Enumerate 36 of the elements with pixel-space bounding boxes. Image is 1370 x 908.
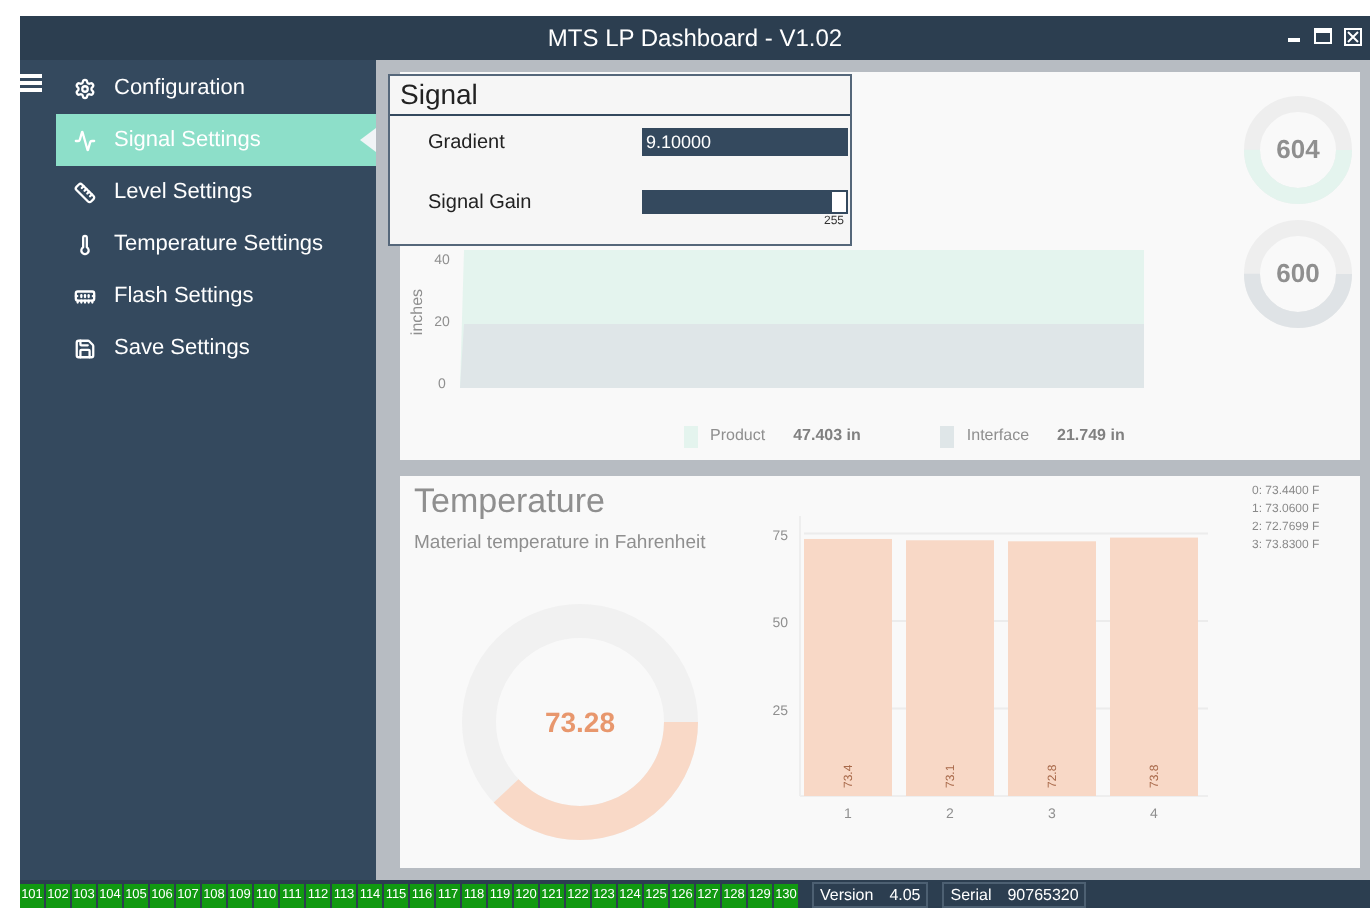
pointer-icon [360, 128, 376, 152]
dialog-title: Signal [390, 76, 850, 116]
info-value: 90765320 [1007, 883, 1079, 907]
sidebar-item[interactable]: Level Settings [56, 166, 376, 218]
sidebar-item[interactable]: Save Settings [56, 322, 376, 374]
gauge-value: 604 [1276, 132, 1320, 169]
legend-value: 21.749 in [1057, 424, 1125, 448]
info-label: Serial [950, 883, 992, 907]
info-label: Version [820, 883, 874, 907]
panel-title: Temperature [414, 482, 607, 522]
legend-label: Interface [966, 424, 1030, 448]
menu-icon[interactable] [20, 74, 42, 92]
field-label: Gradient [428, 129, 507, 157]
legend-value: 47.403 in [793, 424, 861, 448]
sidebar-item[interactable]: Configuration [56, 62, 376, 114]
maximize-icon[interactable] [1314, 28, 1332, 44]
legend-label: Product [710, 424, 766, 448]
close-icon[interactable] [1344, 28, 1362, 46]
card-icon [74, 285, 96, 307]
ruler-icon [74, 181, 96, 203]
window-title: MTS LP Dashboard - V1.02 [547, 22, 843, 56]
panel-subtitle: Material temperature in Fahrenheit [414, 530, 708, 558]
slider-thumb[interactable] [830, 190, 848, 214]
axis-title: inches [408, 288, 426, 336]
field-label: Signal Gain [428, 189, 534, 217]
info-value: 4.05 [889, 883, 921, 907]
gauge-ring [1244, 220, 1352, 328]
signal-gain-slider[interactable] [642, 190, 848, 214]
thermometer-icon [74, 233, 96, 255]
gauge-value: 73.28 [544, 703, 616, 742]
gradient-field[interactable]: 9.10000 [642, 128, 848, 156]
wave-icon [74, 129, 96, 151]
gauge-value: 600 [1276, 256, 1320, 293]
sidebar-item[interactable]: Temperature Settings [56, 218, 376, 270]
sidebar-item[interactable]: Flash Settings [56, 270, 376, 322]
gear-icon [74, 77, 96, 99]
